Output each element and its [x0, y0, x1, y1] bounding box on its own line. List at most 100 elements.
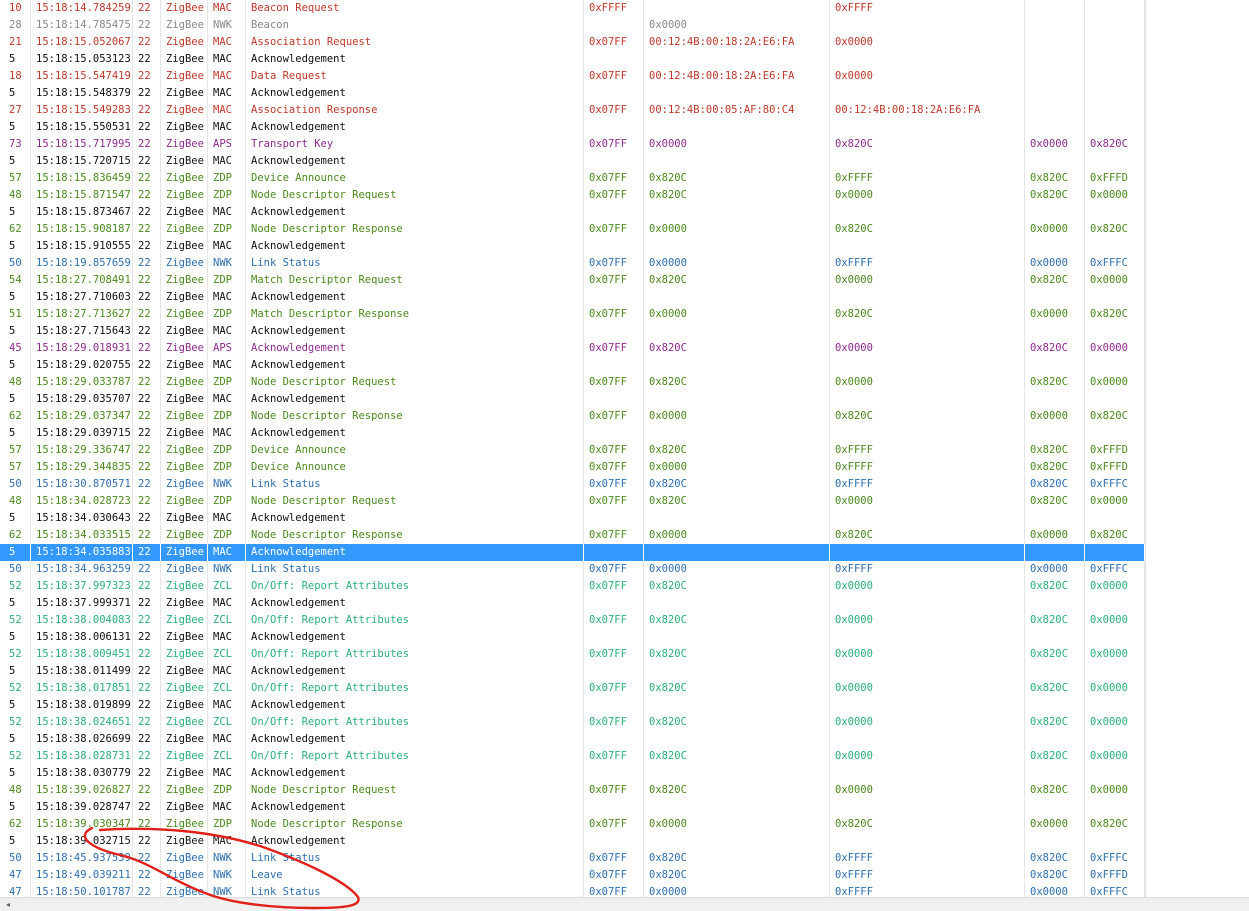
packet-nwk-source: 0x0000: [1025, 136, 1085, 153]
table-row[interactable]: 5 15:18:37.999371 22 ZigBee MAC Acknowledgeme…: [0, 595, 1145, 612]
horizontal-scrollbar[interactable]: ◂: [0, 897, 1249, 911]
table-row[interactable]: 52 15:18:38.028731 22 ZigBee ZCL On/Off: Repo…: [0, 748, 1145, 765]
packet-length: 50: [4, 850, 31, 867]
table-row[interactable]: 47 15:18:49.039211 22 ZigBee NWK Leave 0x07FF 0…: [0, 867, 1145, 884]
packet-channel: 22: [133, 850, 161, 867]
packet-nwk-source: 0x820C: [1025, 374, 1085, 391]
table-row[interactable]: 5 15:18:34.030643 22 ZigBee MAC Acknowledgeme…: [0, 510, 1145, 527]
table-row[interactable]: 45 15:18:29.018931 22 ZigBee APS Acknowledgem…: [0, 340, 1145, 357]
table-row[interactable]: 28 15:18:14.785475 22 ZigBee NWK Beacon 0x0000: [0, 17, 1145, 34]
table-row[interactable]: 62 15:18:39.030347 22 ZigBee ZDP Node Descrip…: [0, 816, 1145, 833]
table-row[interactable]: 50 15:18:34.963259 22 ZigBee NWK Link Status 0…: [0, 561, 1145, 578]
packet-nwk-source: [1025, 765, 1085, 782]
table-row[interactable]: 57 15:18:29.344835 22 ZigBee ZDP Device Annou…: [0, 459, 1145, 476]
table-row[interactable]: 5 15:18:38.011499 22 ZigBee MAC Acknowledgeme…: [0, 663, 1145, 680]
table-row-selected[interactable]: 5 15:18:34.035883 22 ZigBee MAC Acknowledgeme…: [0, 544, 1145, 561]
packet-channel: 22: [133, 136, 161, 153]
table-row[interactable]: 5 15:18:29.035707 22 ZigBee MAC Acknowledgeme…: [0, 391, 1145, 408]
table-row[interactable]: 18 15:18:15.547419 22 ZigBee MAC Data Request…: [0, 68, 1145, 85]
packet-timestamp: 15:18:29.035707: [31, 391, 133, 408]
table-row[interactable]: 54 15:18:27.708491 22 ZigBee ZDP Match Descri…: [0, 272, 1145, 289]
table-row[interactable]: 10 15:18:14.784259 22 ZigBee MAC Beacon Reque…: [0, 0, 1145, 17]
table-row[interactable]: 52 15:18:38.009451 22 ZigBee ZCL On/Off: Repo…: [0, 646, 1145, 663]
table-row[interactable]: 52 15:18:37.997323 22 ZigBee ZCL On/Off: Repo…: [0, 578, 1145, 595]
scroll-left-arrow-icon[interactable]: ◂: [0, 898, 16, 911]
table-row[interactable]: 50 15:18:45.937539 22 ZigBee NWK Link Status 0…: [0, 850, 1145, 867]
packet-protocol: ZigBee: [161, 748, 208, 765]
table-row[interactable]: 48 15:18:34.028723 22 ZigBee ZDP Node Descrip…: [0, 493, 1145, 510]
table-row[interactable]: 51 15:18:27.713627 22 ZigBee ZDP Match Descri…: [0, 306, 1145, 323]
packet-timestamp: 15:18:34.030643: [31, 510, 133, 527]
packet-layer: MAC: [208, 153, 246, 170]
table-row[interactable]: 5 15:18:15.873467 22 ZigBee MAC Acknowledgeme…: [0, 204, 1145, 221]
table-row[interactable]: 57 15:18:29.336747 22 ZigBee ZDP Device Annou…: [0, 442, 1145, 459]
packet-layer: MAC: [208, 51, 246, 68]
packet-mac-destination: [830, 595, 1025, 612]
table-row[interactable]: 5 15:18:39.028747 22 ZigBee MAC Acknowledgeme…: [0, 799, 1145, 816]
packet-nwk-source: 0x820C: [1025, 612, 1085, 629]
packet-channel: 22: [133, 119, 161, 136]
packet-pan-id: 0x07FF: [584, 476, 644, 493]
packet-channel: 22: [133, 85, 161, 102]
packet-layer: MAC: [208, 595, 246, 612]
packet-length: 21: [4, 34, 31, 51]
table-row[interactable]: 62 15:18:29.037347 22 ZigBee ZDP Node Descrip…: [0, 408, 1145, 425]
packet-layer: MAC: [208, 204, 246, 221]
packet-nwk-destination: [1085, 0, 1145, 17]
packet-nwk-destination: 0x820C: [1085, 306, 1145, 323]
packet-mac-destination: 0xFFFF: [830, 459, 1025, 476]
packet-nwk-source: [1025, 629, 1085, 646]
packet-nwk-destination: 0xFFFC: [1085, 476, 1145, 493]
table-row[interactable]: 5 15:18:38.030779 22 ZigBee MAC Acknowledgeme…: [0, 765, 1145, 782]
table-row[interactable]: 5 15:18:29.039715 22 ZigBee MAC Acknowledgeme…: [0, 425, 1145, 442]
packet-mac-destination: [830, 391, 1025, 408]
packet-layer: ZDP: [208, 782, 246, 799]
packet-protocol: ZigBee: [161, 425, 208, 442]
table-row[interactable]: 52 15:18:38.024651 22 ZigBee ZCL On/Off: Repo…: [0, 714, 1145, 731]
table-row[interactable]: 57 15:18:15.836459 22 ZigBee ZDP Device Annou…: [0, 170, 1145, 187]
table-row[interactable]: 48 15:18:15.871547 22 ZigBee ZDP Node Descrip…: [0, 187, 1145, 204]
table-row[interactable]: 52 15:18:38.004083 22 ZigBee ZCL On/Off: Repo…: [0, 612, 1145, 629]
packet-protocol: ZigBee: [161, 85, 208, 102]
packet-nwk-source: [1025, 0, 1085, 17]
table-row[interactable]: 62 15:18:15.908187 22 ZigBee ZDP Node Descrip…: [0, 221, 1145, 238]
table-row[interactable]: 52 15:18:38.017851 22 ZigBee ZCL On/Off: Repo…: [0, 680, 1145, 697]
table-row[interactable]: 50 15:18:30.870571 22 ZigBee NWK Link Status 0…: [0, 476, 1145, 493]
table-row[interactable]: 5 15:18:15.053123 22 ZigBee MAC Acknowledgeme…: [0, 51, 1145, 68]
packet-pan-id: [584, 119, 644, 136]
table-row[interactable]: 5 15:18:38.019899 22 ZigBee MAC Acknowledgeme…: [0, 697, 1145, 714]
table-row[interactable]: 5 15:18:15.548379 22 ZigBee MAC Acknowledgeme…: [0, 85, 1145, 102]
packet-protocol: ZigBee: [161, 561, 208, 578]
packet-protocol: ZigBee: [161, 578, 208, 595]
table-row[interactable]: 62 15:18:34.033515 22 ZigBee ZDP Node Descrip…: [0, 527, 1145, 544]
packet-channel: 22: [133, 153, 161, 170]
packet-layer: ZCL: [208, 748, 246, 765]
table-row[interactable]: 5 15:18:27.710603 22 ZigBee MAC Acknowledgeme…: [0, 289, 1145, 306]
packet-timestamp: 15:18:38.028731: [31, 748, 133, 765]
packet-nwk-source: [1025, 510, 1085, 527]
table-row[interactable]: 5 15:18:29.020755 22 ZigBee MAC Acknowledgeme…: [0, 357, 1145, 374]
table-row[interactable]: 5 15:18:15.720715 22 ZigBee MAC Acknowledgeme…: [0, 153, 1145, 170]
packet-mac-destination: [830, 51, 1025, 68]
table-row[interactable]: 5 15:18:38.026699 22 ZigBee MAC Acknowledgeme…: [0, 731, 1145, 748]
table-row[interactable]: 5 15:18:15.550531 22 ZigBee MAC Acknowledgeme…: [0, 119, 1145, 136]
table-row[interactable]: 5 15:18:27.715643 22 ZigBee MAC Acknowledgeme…: [0, 323, 1145, 340]
table-row[interactable]: 5 15:18:39.032715 22 ZigBee MAC Acknowledgeme…: [0, 833, 1145, 850]
table-row[interactable]: 73 15:18:15.717995 22 ZigBee APS Transport Ke…: [0, 136, 1145, 153]
table-row[interactable]: 5 15:18:15.910555 22 ZigBee MAC Acknowledgeme…: [0, 238, 1145, 255]
packet-timestamp: 15:18:15.547419: [31, 68, 133, 85]
packet-mac-destination: [830, 323, 1025, 340]
packet-protocol: ZigBee: [161, 136, 208, 153]
packet-mac-destination: 0x0000: [830, 374, 1025, 391]
table-row[interactable]: 48 15:18:39.026827 22 ZigBee ZDP Node Descrip…: [0, 782, 1145, 799]
table-row[interactable]: 27 15:18:15.549283 22 ZigBee MAC Association …: [0, 102, 1145, 119]
table-row[interactable]: 48 15:18:29.033787 22 ZigBee ZDP Node Descrip…: [0, 374, 1145, 391]
packet-timestamp: 15:18:14.785475: [31, 17, 133, 34]
packet-pan-id: 0x07FF: [584, 221, 644, 238]
table-row[interactable]: 21 15:18:15.052067 22 ZigBee MAC Association …: [0, 34, 1145, 51]
table-row[interactable]: 50 15:18:19.857659 22 ZigBee NWK Link Status 0…: [0, 255, 1145, 272]
packet-timestamp: 15:18:15.871547: [31, 187, 133, 204]
table-row[interactable]: 5 15:18:38.006131 22 ZigBee MAC Acknowledgeme…: [0, 629, 1145, 646]
packet-info: Device Announce: [246, 442, 584, 459]
packet-mac-source: 0x820C: [644, 782, 830, 799]
